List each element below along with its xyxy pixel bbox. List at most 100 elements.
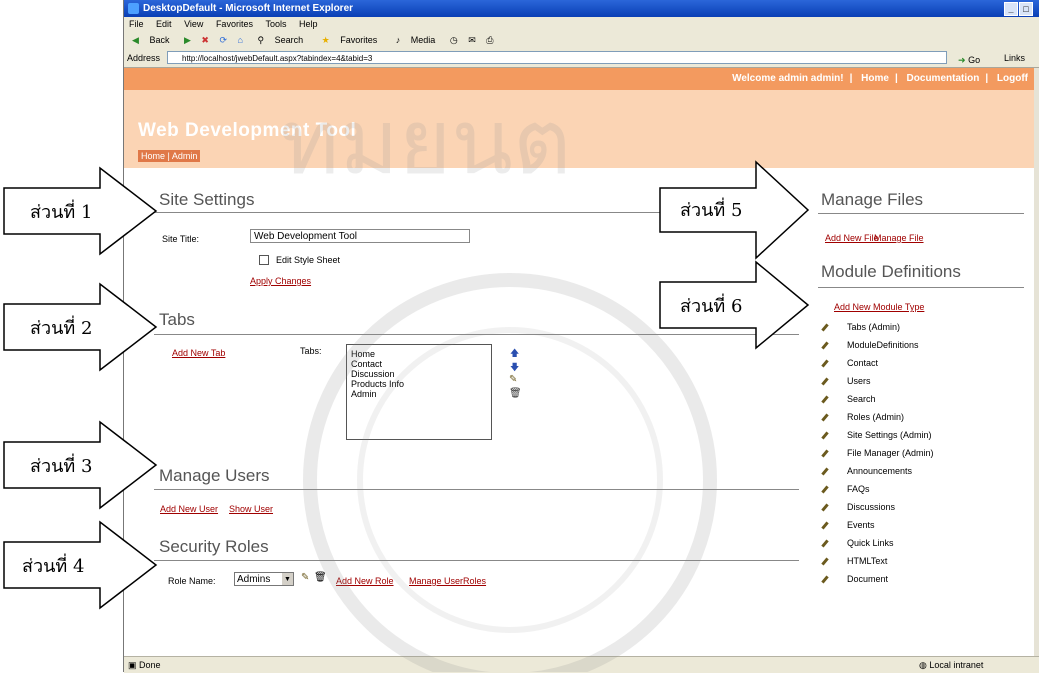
edit-style-checkbox[interactable]: [259, 255, 269, 265]
watermark-text: ทมยนต: [280, 90, 572, 195]
edit-icon[interactable]: [821, 467, 829, 476]
home-link[interactable]: Home: [861, 73, 889, 84]
address-label: Address: [127, 53, 161, 63]
forward-icon[interactable]: ▶: [184, 35, 191, 45]
list-item[interactable]: FAQs: [821, 481, 870, 498]
edit-icon[interactable]: [821, 557, 829, 566]
add-new-user-link[interactable]: Add New User: [160, 504, 218, 514]
list-item[interactable]: Events: [821, 517, 875, 534]
home-icon[interactable]: ⌂: [238, 35, 243, 45]
address-input[interactable]: http://localhost/jwebDefault.aspx?tabind…: [167, 51, 947, 64]
edit-icon[interactable]: [821, 431, 829, 440]
list-item[interactable]: Roles (Admin): [821, 409, 904, 426]
search-icon: ⚲: [257, 35, 265, 45]
edit-icon[interactable]: [821, 395, 829, 404]
menu-tools[interactable]: Tools: [265, 19, 286, 29]
go-button[interactable]: ➜ Go: [958, 51, 980, 69]
maximize-button[interactable]: □: [1019, 2, 1033, 16]
list-item[interactable]: Contact: [821, 355, 878, 372]
search-label: Search: [274, 35, 304, 45]
tabs-title: Tabs: [159, 310, 195, 329]
page-icon: ▣: [128, 660, 137, 670]
list-item[interactable]: Announcements: [821, 463, 912, 480]
menu-favorites[interactable]: Favorites: [216, 19, 253, 29]
logoff-link[interactable]: Logoff: [997, 73, 1028, 84]
callout-arrow-6: ส่วนที่ 6: [659, 260, 810, 350]
menu-file[interactable]: File: [129, 19, 144, 29]
favorites-button[interactable]: ★ Favorites: [318, 35, 382, 45]
vertical-scrollbar[interactable]: [1034, 68, 1039, 656]
module-definitions-title: Module Definitions: [821, 262, 961, 281]
security-roles-title: Security Roles: [159, 537, 269, 556]
module-label: Users: [847, 376, 871, 386]
show-user-link[interactable]: Show User: [229, 504, 273, 514]
edit-icon[interactable]: [821, 503, 829, 512]
minimize-button[interactable]: _: [1004, 2, 1018, 16]
list-item[interactable]: Search: [821, 391, 876, 408]
edit-icon[interactable]: [821, 341, 829, 350]
module-label: FAQs: [847, 484, 870, 494]
edit-icon[interactable]: [821, 575, 829, 584]
edit-icon[interactable]: [821, 539, 829, 548]
list-item[interactable]: Tabs (Admin): [821, 319, 900, 336]
module-label: Site Settings (Admin): [847, 430, 932, 440]
edit-icon[interactable]: [821, 485, 829, 494]
address-bar: Address http://localhost/jwebDefault.asp…: [124, 49, 1039, 68]
list-item[interactable]: Users: [821, 373, 871, 390]
list-item[interactable]: File Manager (Admin): [821, 445, 934, 462]
site-settings-title: Site Settings: [159, 190, 255, 209]
edit-icon[interactable]: [821, 323, 829, 332]
list-item[interactable]: ModuleDefinitions: [821, 337, 919, 354]
menu-edit[interactable]: Edit: [156, 19, 172, 29]
module-label: Discussions: [847, 502, 896, 512]
role-name-label: Role Name:: [168, 576, 216, 586]
callout-label: ส่วนที่ 1: [30, 199, 92, 223]
callout-label: ส่วนที่ 6: [680, 293, 742, 317]
callout-label: ส่วนที่ 4: [22, 553, 84, 577]
links-button[interactable]: Links: [1004, 49, 1025, 67]
history-icon[interactable]: ◷: [450, 35, 458, 45]
chevron-down-icon: ▼: [282, 573, 293, 585]
portal-topbar: Welcome admin admin! | Home | Documentatio…: [124, 68, 1034, 90]
manage-file-link[interactable]: Manage File: [874, 233, 924, 243]
go-label: Go: [968, 55, 981, 65]
edit-icon[interactable]: [821, 359, 829, 368]
documentation-link[interactable]: Documentation: [907, 73, 980, 84]
module-label: Quick Links: [847, 538, 894, 548]
role-select-value: Admins: [237, 574, 271, 585]
mail-icon[interactable]: ✉: [468, 35, 476, 45]
zone-label: Local intranet: [929, 660, 984, 670]
module-label: Search: [847, 394, 876, 404]
edit-icon[interactable]: [821, 449, 829, 458]
print-icon[interactable]: ⎙: [486, 35, 493, 45]
callout-label: ส่วนที่ 3: [30, 453, 92, 477]
add-new-tab-link[interactable]: Add New Tab: [172, 348, 225, 358]
stop-icon[interactable]: ✖: [201, 35, 209, 45]
list-item[interactable]: HTMLText: [821, 553, 887, 570]
menu-help[interactable]: Help: [299, 19, 318, 29]
go-arrow-icon: ➜: [958, 55, 966, 65]
add-new-file-link[interactable]: Add New File: [825, 233, 879, 243]
list-item[interactable]: Site Settings (Admin): [821, 427, 932, 444]
edit-icon[interactable]: [821, 377, 829, 386]
module-label: Announcements: [847, 466, 913, 476]
callout-arrow-4: ส่วนที่ 4: [3, 520, 158, 610]
list-item[interactable]: Discussions: [821, 499, 895, 516]
menu-view[interactable]: View: [184, 19, 203, 29]
refresh-icon[interactable]: ⟳: [219, 35, 227, 45]
edit-icon[interactable]: [821, 413, 829, 422]
role-select[interactable]: Admins ▼: [234, 572, 294, 586]
breadcrumb[interactable]: Home | Admin: [138, 150, 201, 162]
status-text: Done: [139, 660, 161, 670]
callout-arrow-1: ส่วนที่ 1: [3, 166, 158, 256]
media-button[interactable]: ♪ Media: [392, 35, 440, 45]
divider: [818, 213, 1024, 214]
edit-icon[interactable]: [821, 521, 829, 530]
back-button[interactable]: ◀ Back: [128, 35, 173, 45]
media-label: Media: [410, 35, 436, 45]
list-item[interactable]: Document: [821, 571, 888, 588]
list-item[interactable]: Quick Links: [821, 535, 894, 552]
callout-arrow-2: ส่วนที่ 2: [3, 282, 158, 372]
add-new-module-type-link[interactable]: Add New Module Type: [834, 302, 924, 312]
search-button[interactable]: ⚲ Search: [253, 35, 307, 45]
